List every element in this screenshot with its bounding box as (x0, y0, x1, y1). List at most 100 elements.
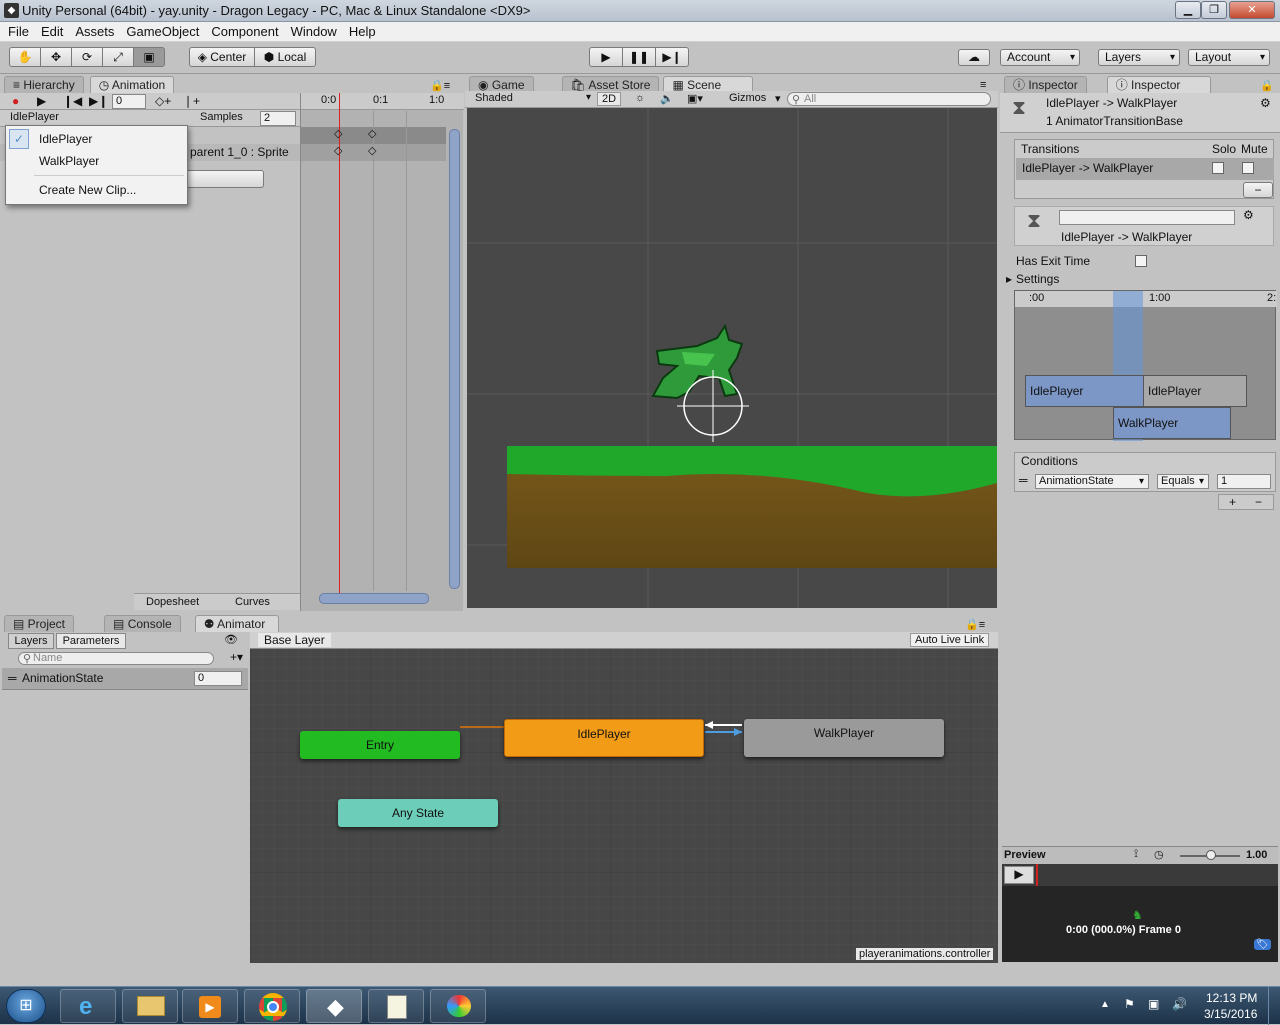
breadcrumb[interactable]: Base Layer (258, 633, 331, 647)
anim-timeline[interactable]: 0:0 0:1 1:0 ◇ ◇ ◇ ◇ (300, 93, 464, 611)
remove-transition-button[interactable]: − (1243, 182, 1273, 198)
keyframe-diamond[interactable]: ◇ (368, 127, 376, 140)
pivot-toggle-icon[interactable]: ⟟ (1134, 848, 1138, 861)
h-scrollbar[interactable] (319, 593, 429, 604)
transition-timeline[interactable]: :00 1:00 2: IdlePlayer IdlePlayer WalkPl… (1014, 290, 1277, 441)
idleplayer-state-node[interactable]: IdlePlayer (504, 719, 704, 757)
menu-edit[interactable]: Edit (41, 22, 63, 42)
transition-name-field[interactable] (1059, 210, 1235, 225)
auto-live-link-button[interactable]: Auto Live Link (910, 633, 990, 647)
tab-inspector-2[interactable]: ⓘ Inspector (1106, 76, 1211, 93)
curves-tab[interactable]: Curves (235, 596, 270, 608)
settings-foldout-icon[interactable]: ▸ (1006, 272, 1012, 286)
shading-dropdown[interactable]: Shaded (475, 92, 595, 104)
maximize-button[interactable]: ❐ (1201, 1, 1227, 19)
drag-handle-icon[interactable]: ═ (8, 671, 17, 685)
account-dropdown[interactable]: Account (1000, 49, 1080, 66)
keyframe-diamond[interactable]: ◇ (334, 127, 342, 140)
mode-2d-toggle[interactable]: 2D (597, 92, 622, 106)
animator-lock-icon[interactable]: 🔒≡ (965, 618, 985, 631)
pivot-local-button[interactable]: ⬢ Local (254, 47, 316, 67)
add-keyframe-icon[interactable]: ◇+ (155, 94, 171, 108)
speed-slider-thumb[interactable] (1206, 850, 1216, 860)
tab-animator[interactable]: ⚉ Animator (194, 615, 279, 632)
tab-project[interactable]: ▤ Project (4, 615, 75, 632)
anim-play-icon[interactable]: ▶ (37, 94, 46, 108)
condition-operator-dropdown[interactable]: Equals (1157, 474, 1209, 489)
animator-graph[interactable]: Base Layer Auto Live Link Entry IdlePlay… (250, 632, 998, 963)
play-button[interactable]: ▶ (589, 47, 623, 67)
parameter-value-field[interactable]: 0 (194, 671, 242, 686)
menu-component[interactable]: Component (211, 22, 278, 42)
layout-dropdown[interactable]: Layout (1188, 49, 1270, 66)
clip-selector[interactable]: IdlePlayer (10, 111, 59, 123)
settings-label[interactable]: Settings (1016, 272, 1059, 286)
parameters-tab[interactable]: Parameters (56, 633, 126, 649)
scale-icon[interactable]: ⤢ (102, 47, 134, 67)
ie-icon[interactable]: e (60, 989, 116, 1023)
gizmos-dropdown[interactable]: Gizmos (729, 92, 766, 104)
record-icon[interactable]: ● (12, 94, 19, 108)
add-property-button[interactable] (186, 170, 264, 188)
dropdown-item-idle[interactable]: IdlePlayer (39, 132, 92, 146)
speed-icon[interactable]: ◷ (1154, 848, 1164, 861)
audio-icon[interactable]: 🔈 (660, 92, 674, 105)
tag-icon[interactable]: 🏷 (1254, 939, 1271, 950)
dragon-sprite[interactable] (651, 323, 744, 400)
transition-row[interactable]: IdlePlayer -> WalkPlayer (1016, 158, 1274, 180)
rotate-icon[interactable]: ⟳ (71, 47, 103, 67)
solo-checkbox[interactable] (1212, 162, 1224, 174)
clock-date[interactable]: 3/15/2016 (1204, 1007, 1257, 1021)
next-key-icon[interactable]: ▶❙ (89, 94, 108, 108)
preview-viewport[interactable]: ▶ ♞ 0:00 (000.0%) Frame 0 🏷 (1002, 864, 1278, 962)
gear-icon[interactable]: ⚙ (1260, 96, 1271, 110)
cloud-button[interactable]: ☁ (958, 49, 990, 66)
has-exit-time-checkbox[interactable] (1135, 255, 1147, 267)
entry-state-node[interactable]: Entry (300, 731, 460, 759)
network-icon[interactable]: ▣ (1148, 997, 1159, 1011)
dropdown-item-walk[interactable]: WalkPlayer (39, 154, 99, 168)
walkplayer-state-node[interactable]: WalkPlayer (744, 719, 944, 757)
rect-tool-icon[interactable]: ▣ (133, 47, 165, 67)
keyframe-diamond[interactable]: ◇ (368, 144, 376, 157)
parameter-row[interactable]: ═ AnimationState 0 (2, 668, 248, 690)
menu-gameobject[interactable]: GameObject (126, 22, 199, 42)
frame-field[interactable]: 0 (112, 94, 146, 109)
tab-animation[interactable]: ◷ Animation (89, 76, 175, 93)
menu-assets[interactable]: Assets (75, 22, 114, 42)
notepad-icon[interactable] (368, 989, 424, 1023)
parameter-search-input[interactable]: ⚲ Name (18, 652, 214, 665)
minimize-button[interactable]: ▁ (1175, 1, 1201, 19)
preview-play-button[interactable]: ▶ (1004, 866, 1034, 884)
move-icon[interactable]: ✥ (40, 47, 72, 67)
lock-icon[interactable]: 🔒≡ (430, 79, 450, 92)
condition-value-field[interactable]: 1 (1217, 474, 1271, 489)
dropdown-item-create-clip[interactable]: Create New Clip... (39, 183, 136, 197)
paint-icon[interactable] (430, 989, 486, 1023)
add-parameter-button[interactable]: +▾ (230, 650, 243, 664)
add-event-icon[interactable]: ❘+ (183, 94, 200, 108)
eye-icon[interactable]: 👁 (224, 633, 238, 646)
show-desktop-button[interactable] (1268, 987, 1280, 1025)
menu-window[interactable]: Window (291, 22, 337, 42)
remove-condition-button[interactable]: − (1255, 495, 1262, 509)
samples-field[interactable]: 2 (260, 111, 296, 126)
clock-time[interactable]: 12:13 PM (1206, 991, 1257, 1005)
mute-checkbox[interactable] (1242, 162, 1254, 174)
hand-icon[interactable]: ✋ (9, 47, 41, 67)
pivot-center-button[interactable]: ◈ Center (189, 47, 255, 67)
panel-menu-icon[interactable]: ≡ (980, 79, 986, 91)
unity-icon[interactable]: ◆ (306, 989, 362, 1023)
effects-icon[interactable]: ▣▾ (687, 92, 703, 105)
keyframe-diamond[interactable]: ◇ (334, 144, 342, 157)
action-center-icon[interactable]: ⚑ (1124, 997, 1135, 1011)
dopesheet-tab[interactable]: Dopesheet (146, 596, 199, 608)
tray-arrow-icon[interactable]: ▲ (1100, 999, 1110, 1010)
close-button[interactable]: ✕ (1229, 1, 1275, 19)
tab-hierarchy[interactable]: ≡ Hierarchy (4, 76, 84, 93)
tab-inspector-1[interactable]: ⓘ Inspector (1004, 76, 1087, 93)
gear-icon[interactable]: ⚙ (1243, 208, 1254, 222)
step-button[interactable]: ▶❙ (655, 47, 689, 67)
tab-console[interactable]: ▤ Console (104, 615, 181, 632)
condition-param-dropdown[interactable]: AnimationState (1035, 474, 1149, 489)
